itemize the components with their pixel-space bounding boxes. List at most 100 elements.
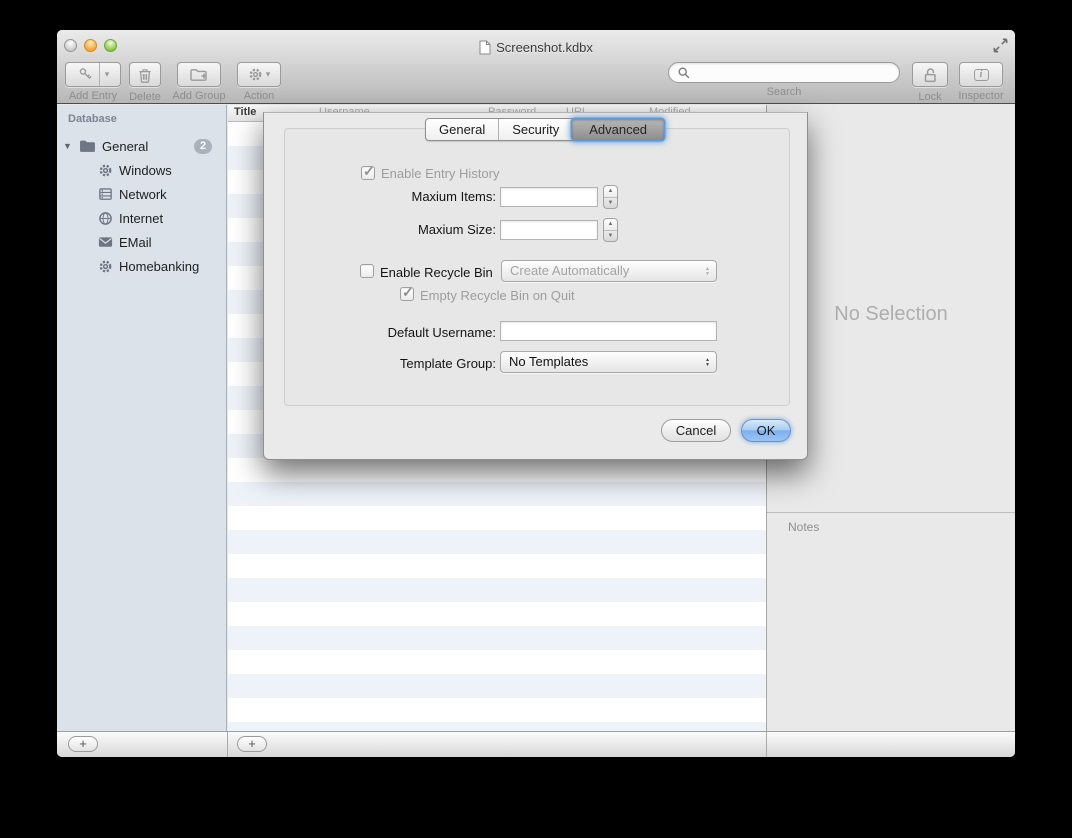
settings-tabs: General Security Advanced [425,118,665,141]
maxium-size-input[interactable] [500,220,598,240]
sidebar-item-label: General [102,139,148,154]
envelope-icon [98,236,113,248]
tab-security[interactable]: Security [498,119,572,140]
maxium-items-stepper[interactable]: ▲ ▼ [603,185,618,209]
sidebar-header-database: Database [68,113,226,125]
app-window: Screenshot.kdbx ▾ Add Entry Delete Add G… [57,30,1015,757]
titlebar-toolbar: Screenshot.kdbx ▾ Add Entry Delete Add G… [57,30,1015,104]
notes-label: Notes [788,520,819,534]
toolbar-item-add-entry: ▾ Add Entry [65,62,121,102]
folder-plus-icon [190,68,208,82]
trash-icon [138,67,152,83]
empty-recycle-bin-label: Empty Recycle Bin on Quit [420,288,575,303]
search-field[interactable] [668,62,900,83]
gear-icon [98,259,113,274]
inspector-label: Inspector [955,90,1007,102]
tab-advanced[interactable]: Advanced [572,119,664,140]
stepper-up-icon[interactable]: ▲ [604,219,617,231]
enable-entry-history-label: Enable Entry History [381,166,500,181]
delete-button[interactable] [129,62,161,87]
add-entry-button[interactable]: ▾ [65,62,121,87]
enable-recycle-bin-label: Enable Recycle Bin [380,265,493,280]
gear-icon [248,67,263,82]
bottom-bar: + + [57,731,1015,757]
toolbar-item-lock: Lock [908,62,952,103]
enable-entry-history-checkbox: ✓ [361,166,375,180]
bottom-bar-divider [766,732,767,757]
enable-recycle-bin-checkbox[interactable] [360,264,374,278]
fullscreen-arrows-icon [992,37,1009,54]
sidebar-item-internet[interactable]: Internet [57,206,226,230]
add-entry-plus-button[interactable]: + [237,736,267,752]
template-group-label: Template Group: [300,356,496,371]
toolbar-item-add-group: Add Group [170,62,228,102]
add-group-label: Add Group [170,90,228,102]
sidebar-item-homebanking[interactable]: Homebanking [57,254,226,278]
sidebar-item-label: Homebanking [119,259,199,274]
sidebar-item-label: EMail [119,235,152,250]
default-username-input[interactable] [500,321,717,341]
sidebar-item-label: Windows [119,163,172,178]
recycle-bin-mode-popup: Create Automatically ▲▼ [501,260,717,282]
search-icon [677,66,691,80]
delete-label: Delete [122,91,168,103]
tab-general[interactable]: General [426,119,498,140]
ok-button[interactable]: OK [741,419,791,442]
sidebar-item-windows[interactable]: Windows [57,158,226,182]
maxium-items-input[interactable] [500,187,598,207]
lock-button[interactable] [912,62,948,87]
sidebar-item-network[interactable]: Network [57,182,226,206]
action-label: Action [235,90,283,102]
chevron-down-icon: ▾ [266,70,271,79]
sidebar-item-general[interactable]: ▼ General 2 [57,134,226,158]
folder-icon [79,139,96,153]
maxium-size-label: Maxium Size: [300,222,496,237]
lock-label: Lock [908,91,952,103]
toolbar-item-search: Search [668,62,900,98]
bottom-bar-divider [227,732,228,757]
template-group-popup[interactable]: No Templates ▲▼ [500,351,717,373]
popup-arrows-icon: ▲▼ [699,267,716,276]
stepper-down-icon[interactable]: ▼ [604,198,617,209]
globe-icon [98,211,113,226]
add-group-button[interactable] [177,62,221,87]
toolbar-item-inspector: i Inspector [955,62,1007,102]
chevron-down-icon[interactable]: ▾ [99,63,115,86]
stepper-up-icon[interactable]: ▲ [604,186,617,198]
cancel-button[interactable]: Cancel [661,419,731,442]
checkmark-icon: ✓ [363,163,375,180]
key-icon [72,63,99,86]
info-icon: i [974,69,989,81]
search-label: Search [668,86,900,98]
search-input[interactable] [695,65,891,81]
server-icon [98,187,113,201]
entry-count-badge: 2 [194,139,212,154]
database-settings-dialog: General Security Advanced ✓ Enable Entry… [263,112,808,460]
checkmark-icon: ✓ [402,284,414,301]
window-title: Screenshot.kdbx [207,39,865,55]
maxium-items-label: Maxium Items: [300,189,496,204]
action-button[interactable]: ▾ [237,62,281,87]
sidebar-item-email[interactable]: EMail [57,230,226,254]
document-icon [479,40,491,55]
inspector-button[interactable]: i [959,62,1003,87]
popup-arrows-icon: ▲▼ [699,358,716,367]
maxium-size-stepper[interactable]: ▲ ▼ [603,218,618,242]
toolbar-item-delete: Delete [122,62,168,103]
column-header-title[interactable]: Title [234,106,256,118]
toolbar-item-action: ▾ Action [235,62,283,102]
add-entry-label: Add Entry [65,90,121,102]
fullscreen-button[interactable] [992,37,1009,54]
default-username-label: Default Username: [300,325,496,340]
minimize-button[interactable] [84,39,97,52]
notes-divider [767,512,1015,513]
sidebar-item-label: Internet [119,211,163,226]
add-group-plus-button[interactable]: + [68,736,98,752]
disclosure-triangle-icon[interactable]: ▼ [63,141,72,151]
zoom-button[interactable] [104,39,117,52]
sidebar-item-label: Network [119,187,167,202]
recycle-bin-mode-value: Create Automatically [502,261,699,281]
stepper-down-icon[interactable]: ▼ [604,231,617,242]
close-button[interactable] [64,39,77,52]
template-group-value: No Templates [501,352,699,372]
